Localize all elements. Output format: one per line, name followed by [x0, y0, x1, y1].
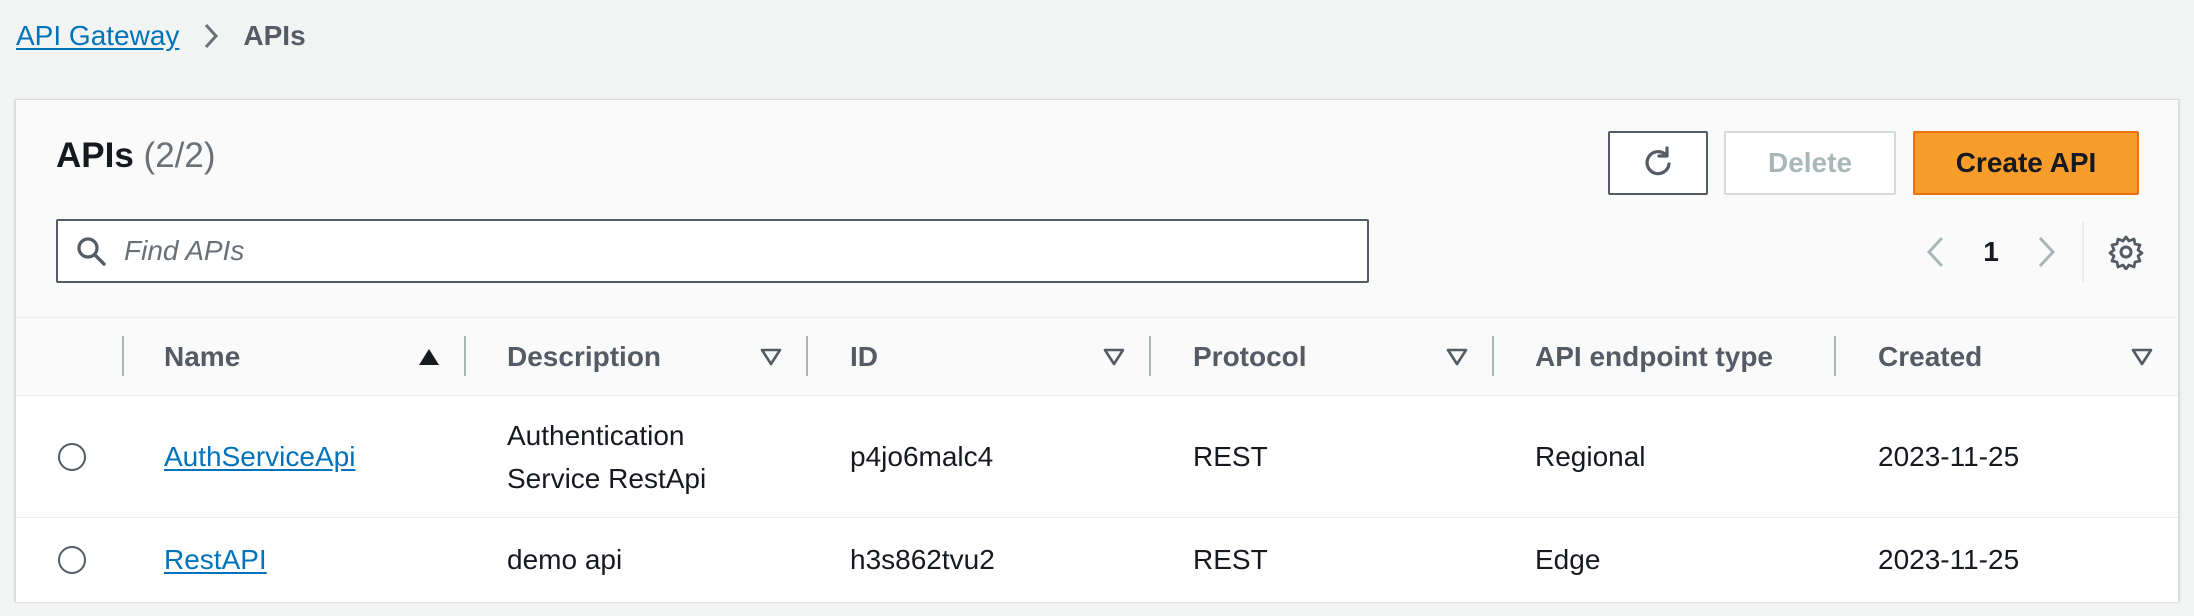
table-header: Name Description ID Protocol API endpoin…	[16, 318, 2178, 396]
table-row[interactable]: AuthServiceApi Authentication Service Re…	[16, 396, 2178, 518]
panel-count: (2/2)	[143, 136, 216, 175]
refresh-icon	[1645, 146, 1671, 176]
panel-header: APIs (2/2) Delete Create API 1	[16, 100, 2178, 318]
cell-name: RestAPI	[164, 518, 267, 602]
column-header-label: Protocol	[1193, 341, 1307, 372]
column-header-label: ID	[850, 341, 878, 372]
sort-icon[interactable]	[758, 344, 784, 370]
sort-icon[interactable]	[2129, 344, 2155, 370]
api-name-link[interactable]: RestAPI	[164, 544, 267, 576]
cell-description: demo api	[507, 544, 623, 575]
cell-description: Authentication Service RestApi	[507, 419, 707, 494]
gear-icon	[2108, 235, 2144, 270]
cell-id: h3s862tvu2	[850, 544, 995, 575]
delete-button[interactable]: Delete	[1724, 131, 1896, 195]
previous-page-button[interactable]	[1916, 228, 1956, 276]
cell-created: 2023-11-25	[1878, 440, 2020, 472]
cell-name: AuthServiceApi	[164, 396, 355, 517]
cell-protocol: REST	[1193, 544, 1268, 575]
page-title: APIs (2/2)	[56, 136, 216, 176]
create-api-button[interactable]: Create API	[1913, 131, 2139, 195]
apis-panel: APIs (2/2) Delete Create API 1	[15, 99, 2179, 602]
panel-title-text: APIs	[56, 136, 134, 175]
cell-protocol: REST	[1193, 440, 1268, 472]
column-header-label: Created	[1878, 341, 1983, 372]
row-select-radio[interactable]	[58, 443, 86, 471]
column-divider	[806, 336, 808, 376]
breadcrumb-api-gateway-link[interactable]: API Gateway	[16, 20, 179, 52]
api-name-link[interactable]: AuthServiceApi	[164, 441, 355, 473]
cell-endpoint-type: Regional	[1535, 440, 1646, 472]
column-header-label: API endpoint type	[1535, 341, 1773, 372]
column-divider	[464, 336, 466, 376]
chevron-right-icon	[179, 16, 243, 56]
search-box	[56, 219, 1369, 283]
page-number-1[interactable]: 1	[1971, 228, 2011, 276]
column-divider	[1834, 336, 1836, 376]
pager-divider	[2082, 222, 2084, 282]
search-input[interactable]	[124, 223, 1324, 279]
sort-icon[interactable]	[1101, 344, 1127, 370]
cell-endpoint-type: Edge	[1535, 544, 1601, 575]
settings-button[interactable]	[2104, 230, 2148, 274]
column-header-label: Description	[507, 341, 662, 372]
sort-ascending-icon[interactable]	[416, 344, 442, 370]
breadcrumb-current: APIs	[243, 20, 306, 51]
column-divider	[1492, 336, 1494, 376]
column-divider	[1149, 336, 1151, 376]
chevron-right-icon	[2038, 236, 2056, 268]
chevron-left-icon	[1926, 236, 1944, 268]
table-row[interactable]: RestAPI demo api h3s862tvu2 REST Edge 20…	[16, 518, 2178, 602]
cell-created: 2023-11-25	[1878, 544, 2020, 575]
cell-id: p4jo6malc4	[850, 440, 994, 472]
search-icon	[58, 221, 124, 281]
next-page-button[interactable]	[2026, 228, 2066, 276]
column-header-endpoint-type[interactable]: API endpoint type	[1535, 318, 1835, 396]
column-header-label: Name	[164, 341, 241, 372]
sort-icon[interactable]	[1444, 344, 1470, 370]
breadcrumb: API Gateway APIs	[16, 16, 306, 56]
column-header-created[interactable]: Created	[1878, 318, 2128, 396]
row-select-radio[interactable]	[58, 546, 86, 574]
column-divider	[122, 336, 124, 376]
refresh-button[interactable]	[1608, 131, 1708, 195]
